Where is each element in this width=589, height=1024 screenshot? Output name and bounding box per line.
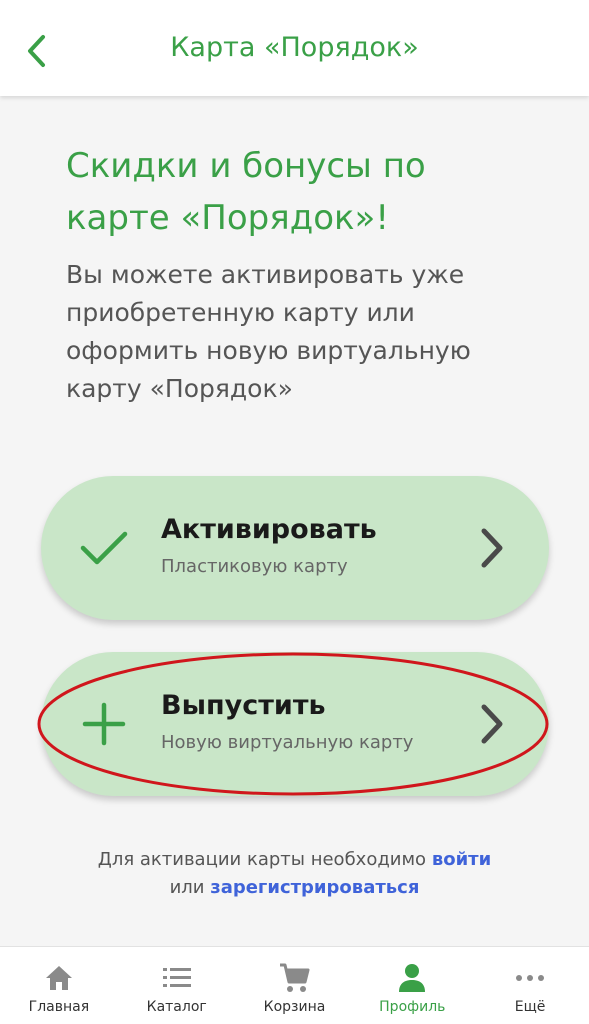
issue-virtual-card-button[interactable]: Выпустить Новую виртуальную карту — [41, 652, 549, 796]
auth-note: Для активации карты необходимо войти или… — [0, 846, 589, 902]
activate-button-subtitle: Пластиковую карту — [161, 556, 348, 577]
promo-description: Вы можете активировать уже приобретенную… — [66, 260, 471, 403]
tab-catalog[interactable]: Каталог — [118, 947, 236, 1024]
tab-profile-label: Профиль — [379, 999, 446, 1015]
cart-icon — [276, 961, 312, 995]
bottom-tab-bar: Главная Каталог Корзина Профиль Ещё — [0, 946, 589, 1024]
list-icon — [159, 961, 195, 995]
tab-home[interactable]: Главная — [0, 947, 118, 1024]
activate-card-button[interactable]: Активировать Пластиковую карту — [41, 476, 549, 620]
auth-note-middle: или — [169, 877, 205, 898]
auth-note-prefix: Для активации карты необходимо — [97, 849, 427, 870]
tab-catalog-label: Каталог — [146, 999, 207, 1015]
chevron-right-icon — [481, 528, 503, 568]
tab-cart-label: Корзина — [263, 999, 326, 1015]
promo-headline: Скидки и бонусы по карте «Порядок»! — [66, 146, 426, 238]
tab-home-label: Главная — [28, 999, 90, 1015]
more-icon — [512, 961, 548, 995]
issue-button-title: Выпустить — [161, 690, 326, 721]
tab-cart[interactable]: Корзина — [236, 947, 354, 1024]
register-link[interactable]: зарегистрироваться — [210, 877, 419, 898]
tab-more[interactable]: Ещё — [471, 947, 589, 1024]
login-link[interactable]: войти — [432, 849, 491, 870]
activate-button-title: Активировать — [161, 514, 377, 545]
plus-icon — [77, 697, 131, 751]
page-title: Карта «Порядок» — [170, 32, 419, 63]
app-header: Карта «Порядок» — [0, 0, 589, 96]
person-icon — [394, 961, 430, 995]
home-icon — [41, 961, 77, 995]
issue-button-subtitle: Новую виртуальную карту — [161, 732, 414, 753]
chevron-right-icon — [481, 704, 503, 744]
tab-profile[interactable]: Профиль — [353, 947, 471, 1024]
tab-more-label: Ещё — [514, 999, 546, 1015]
check-icon — [77, 521, 131, 575]
